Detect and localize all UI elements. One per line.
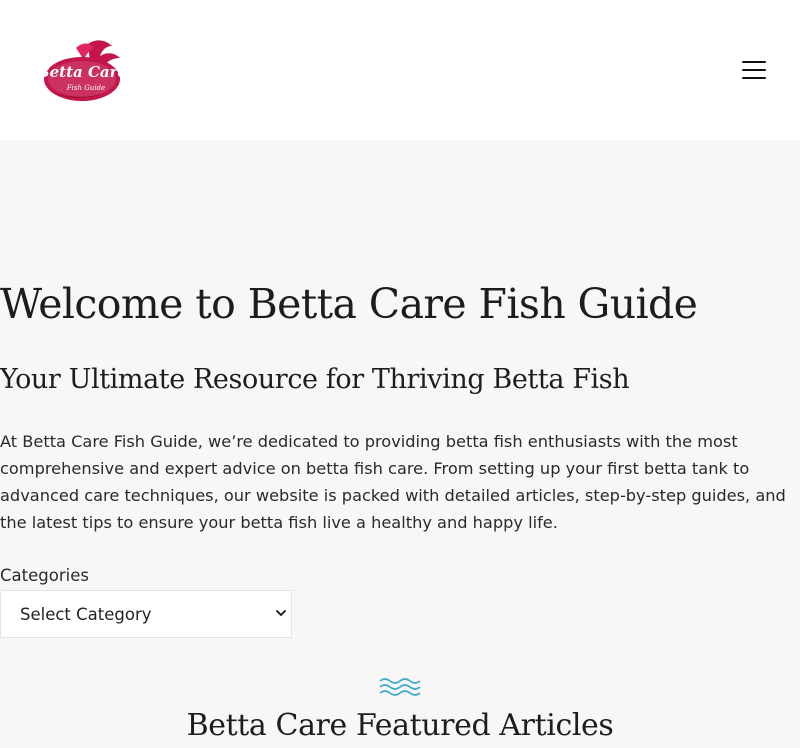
svg-text:Betta Care: Betta Care xyxy=(36,63,124,81)
categories-label: Categories xyxy=(0,566,89,585)
site-header: Betta Care Fish Guide xyxy=(0,0,800,140)
svg-text:Fish Guide: Fish Guide xyxy=(66,84,105,92)
site-logo[interactable]: Betta Care Fish Guide xyxy=(36,38,127,104)
featured-articles-heading: Betta Care Featured Articles xyxy=(186,708,614,743)
page-subtitle: Your Ultimate Resource for Thriving Bett… xyxy=(0,364,630,395)
category-select[interactable]: Select Category xyxy=(0,590,292,638)
intro-paragraph: At Betta Care Fish Guide, we’re dedicate… xyxy=(0,432,786,532)
betta-fish-logo-icon: Betta Care Fish Guide xyxy=(36,40,127,101)
page-title: Welcome to Betta Care Fish Guide xyxy=(0,280,698,328)
chevron-down-icon xyxy=(276,610,286,616)
category-select-value: Select Category xyxy=(20,604,152,624)
waves-icon xyxy=(379,678,421,696)
hamburger-menu-icon[interactable] xyxy=(742,61,766,79)
